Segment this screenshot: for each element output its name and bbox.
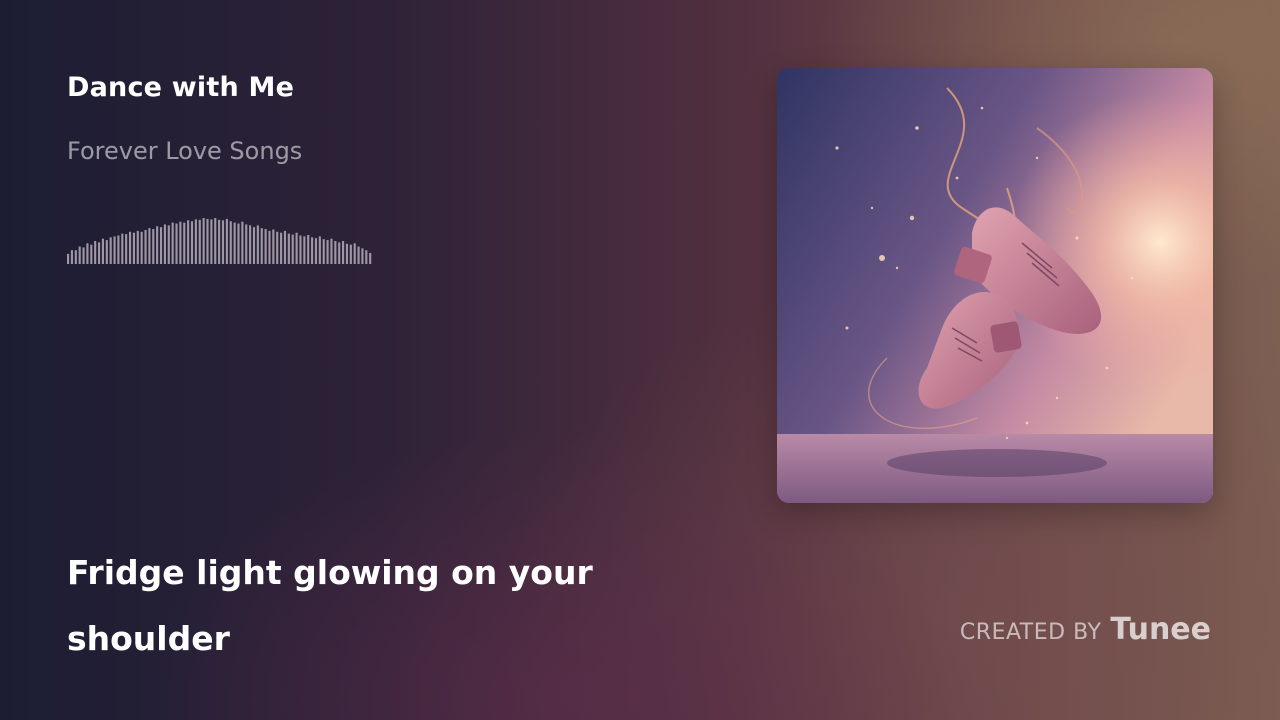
waveform-bar [303, 236, 306, 264]
waveform-bar [237, 223, 240, 264]
waveform-bar [125, 234, 128, 264]
waveform-bar [132, 232, 135, 264]
waveform-bar [338, 242, 341, 264]
waveform-bar [67, 253, 70, 264]
waveform-bar [311, 237, 314, 264]
waveform-bar [86, 243, 89, 264]
waveform-bar [245, 224, 248, 264]
waveform-bar [206, 218, 209, 264]
waveform-bar [330, 238, 333, 264]
waveform-bar [345, 243, 349, 264]
waveform-bar [105, 240, 108, 264]
album-name: Forever Love Songs [67, 137, 303, 165]
waveform-bar [183, 222, 186, 264]
waveform-bar [272, 229, 275, 264]
waveform-bar [136, 230, 139, 264]
waveform-bar [190, 221, 194, 264]
waveform-bar [291, 234, 294, 264]
audio-waveform [67, 218, 372, 264]
waveform-bar [287, 233, 290, 264]
waveform-bar [97, 242, 101, 264]
created-by-label: CREATED BY [959, 620, 1102, 645]
waveform-bar [82, 247, 85, 264]
album-cover-image [777, 68, 1213, 503]
tunee-brand-logo: Tunee [1110, 612, 1211, 647]
waveform-bar [264, 229, 267, 264]
waveform-bar [194, 219, 197, 264]
waveform-bar [171, 222, 174, 264]
waveform-bar [113, 236, 116, 264]
waveform-bar [78, 246, 81, 264]
album-cover [777, 68, 1213, 503]
waveform-bar [175, 223, 178, 264]
waveform-bar [210, 219, 213, 264]
waveform-bar [163, 224, 166, 264]
waveform-bar [221, 220, 225, 264]
waveform-bar [179, 221, 182, 264]
waveform-bar [159, 227, 163, 264]
waveform-bar [101, 238, 104, 264]
waveform-bar [233, 222, 236, 264]
waveform-bar [334, 241, 337, 264]
waveform-bar [198, 219, 201, 264]
waveform-bar [229, 221, 232, 264]
waveform-bar [249, 225, 252, 264]
waveform-bar [326, 240, 329, 264]
waveform-bar [283, 230, 287, 264]
waveform-bar [307, 235, 310, 264]
waveform-bar [109, 237, 112, 264]
creator-credit: CREATED BY Tunee [960, 612, 1211, 647]
waveform-bar [152, 229, 155, 264]
waveform-bar [256, 225, 259, 264]
current-lyric-line: Fridge light glowing on your shoulder [67, 553, 593, 658]
waveform-bar [70, 250, 73, 264]
waveform-bar [225, 218, 228, 264]
waveform-bar [74, 250, 77, 264]
waveform-bar [342, 241, 345, 264]
waveform-bar [90, 244, 93, 264]
waveform-bar [156, 226, 159, 264]
waveform-bar [241, 221, 244, 264]
waveform-bar [117, 235, 120, 264]
waveform-bar [148, 228, 151, 264]
waveform-bar [299, 235, 302, 264]
waveform-bar [280, 232, 283, 264]
waveform-bar [357, 246, 360, 264]
song-title: Dance with Me [67, 72, 295, 103]
waveform-bar [268, 230, 271, 264]
waveform-bar [167, 225, 170, 264]
waveform-bar [314, 238, 318, 264]
waveform-bar [276, 231, 279, 264]
waveform-bar [369, 252, 372, 264]
waveform-bar [353, 243, 356, 264]
waveform-bar [202, 218, 205, 264]
waveform-bar [260, 228, 263, 264]
waveform-bar [140, 231, 143, 264]
waveform-bar [94, 241, 97, 264]
waveform-bar [295, 232, 298, 264]
waveform-bar [187, 220, 190, 264]
waveform-bar [365, 250, 368, 264]
waveform-bar [214, 218, 217, 264]
waveform-bar [121, 233, 124, 264]
waveform-bar [361, 248, 364, 264]
waveform-bar [322, 239, 325, 264]
waveform-bar [144, 229, 147, 264]
waveform-bar [349, 244, 352, 264]
waveform-bar [128, 231, 132, 264]
waveform-bar [318, 236, 321, 264]
waveform-bar [218, 219, 221, 264]
waveform-bar [252, 227, 256, 264]
